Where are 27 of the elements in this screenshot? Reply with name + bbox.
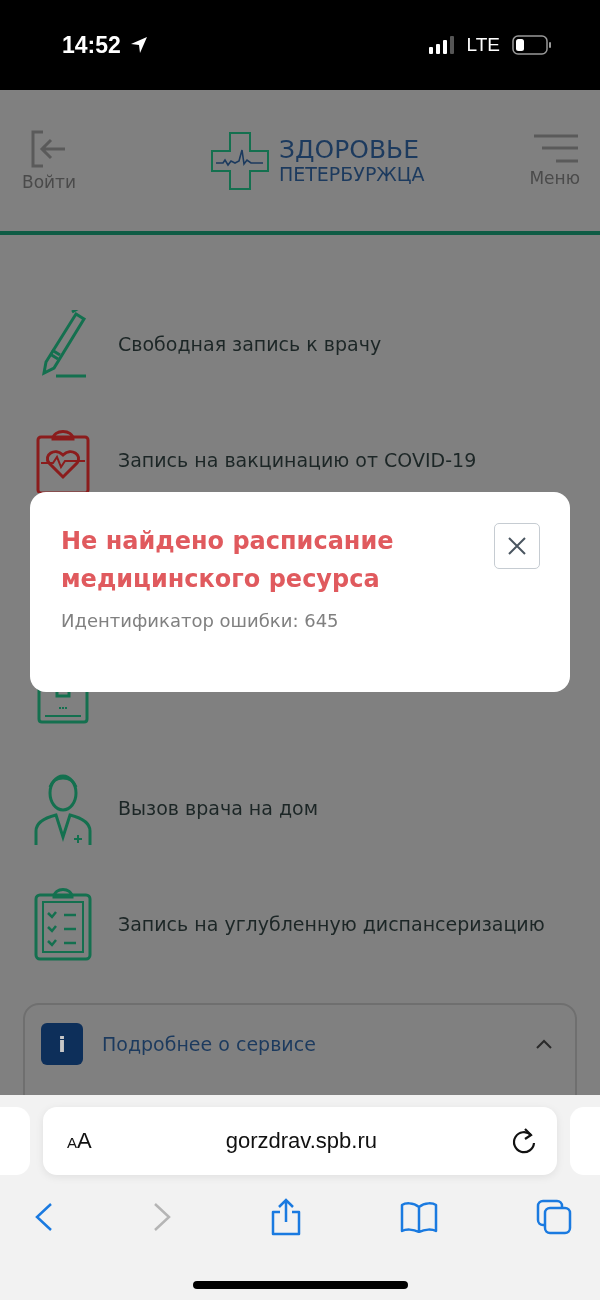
logo-subtitle: ПЕТЕРБУРЖЦА — [278, 163, 425, 185]
logo-title: ЗДОРОВЬЕ — [278, 136, 420, 164]
error-title: Не найдено расписание медицинского ресурса — [61, 526, 395, 595]
close-icon — [507, 536, 527, 556]
bookmarks-icon[interactable] — [400, 1201, 438, 1233]
close-button[interactable] — [494, 523, 540, 569]
signal-icon — [428, 36, 455, 54]
text-size-button[interactable]: AA — [67, 1128, 92, 1154]
service-link[interactable]: Вызов врача на дом — [33, 750, 600, 866]
info-panel-header[interactable]: i Подробнее о сервисе — [25, 1005, 575, 1065]
battery-icon — [512, 35, 552, 55]
address-bar[interactable]: AA gorzdrav.spb.ru — [43, 1107, 557, 1175]
service-link[interactable]: Запись на вакцинацию от COVID-19 — [33, 402, 600, 518]
url-text: gorzdrav.spb.ru — [224, 1128, 378, 1154]
tabs-icon[interactable] — [536, 1199, 572, 1235]
share-icon[interactable] — [270, 1198, 302, 1236]
info-icon: i — [41, 1023, 83, 1065]
medical-cross-logo-icon — [210, 131, 269, 190]
info-panel-title: Подробнее о сервисе — [102, 1033, 317, 1055]
checklist-clipboard-icon — [33, 887, 93, 961]
service-link[interactable]: Свободная запись к врачу — [33, 286, 600, 402]
back-icon[interactable] — [34, 1202, 54, 1232]
network-label: LTE — [466, 34, 500, 56]
status-time: 14:52 — [62, 31, 121, 59]
error-message: Идентификатор ошибки: 645 — [61, 610, 340, 631]
service-link[interactable]: Запись на углубленную диспансеризацию — [33, 866, 600, 982]
reload-icon[interactable] — [511, 1127, 537, 1155]
